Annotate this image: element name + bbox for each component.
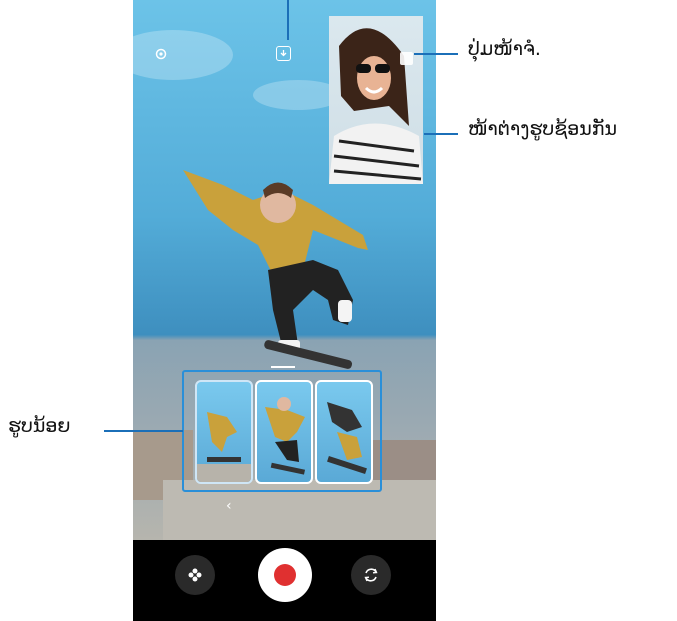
download-callout-line	[287, 0, 289, 40]
pip-callout-label: ໜ້າຕ່າງຮູບຊ້ອນກັນ	[468, 118, 618, 140]
phone-screen: ‹	[133, 0, 436, 621]
camera-viewfinder[interactable]: ‹	[133, 0, 436, 540]
switch-camera-icon[interactable]	[351, 555, 391, 595]
selfie-person	[329, 28, 423, 184]
record-button[interactable]	[258, 548, 312, 602]
settings-gear-icon[interactable]	[153, 46, 169, 62]
thumbnail-strip	[182, 370, 382, 492]
switch-callout-line	[414, 53, 458, 55]
drag-handle[interactable]	[271, 366, 295, 368]
picture-in-picture-window[interactable]	[329, 16, 423, 184]
thumbnail-3[interactable]	[315, 380, 373, 484]
effects-flower-icon[interactable]	[175, 555, 215, 595]
thumbnail-callout-line	[104, 430, 183, 432]
back-chevron-icon[interactable]: ‹	[226, 498, 232, 514]
thumbnail-callout-label: ຮູບນ້ອຍ	[8, 415, 71, 437]
record-dot	[274, 564, 296, 586]
skater-figure	[183, 170, 368, 369]
switch-callout-label: ປຸ່ມໜ້າຈໍ.	[468, 38, 541, 60]
thumbnail-2[interactable]	[255, 380, 313, 484]
screen-switch-button[interactable]	[400, 52, 413, 65]
download-icon[interactable]	[276, 46, 291, 61]
camera-controls	[133, 540, 436, 621]
pip-callout-line	[424, 133, 458, 135]
cloud	[133, 30, 233, 80]
thumbnail-1[interactable]	[195, 380, 253, 484]
